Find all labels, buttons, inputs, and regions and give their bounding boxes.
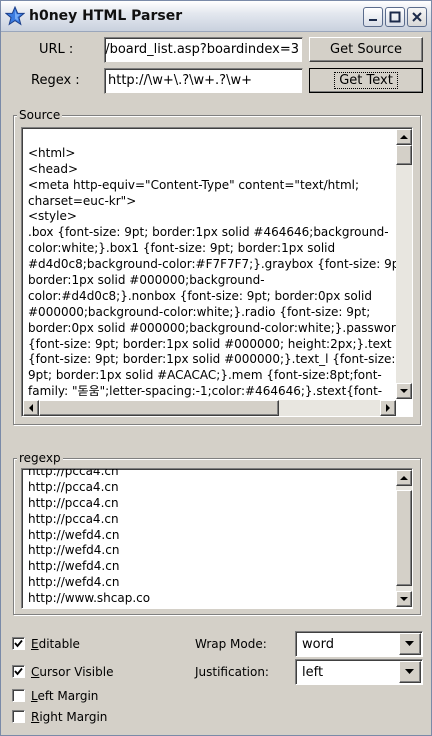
regexp-match-item: http://pcca4.cn [28, 479, 119, 494]
scroll-right-button[interactable] [380, 400, 396, 416]
left-margin-checkbox[interactable] [12, 689, 25, 702]
source-line: #d4d0c8;background-color:#F7F7F7;}.grayb… [28, 257, 409, 272]
source-line: {font-size: 9pt; border:1px solid #00000… [28, 336, 392, 351]
wrap-mode-label: Wrap Mode: [195, 637, 267, 651]
source-line: family: "돋움";letter-spacing:-1;color:#46… [28, 384, 383, 399]
source-line: <style> [28, 209, 77, 224]
checkmark-icon [14, 667, 23, 676]
get-source-button[interactable]: Get Source [309, 37, 423, 62]
regexp-match-item: http://wefd4.cn [28, 527, 120, 542]
source-line: border:1px solid #000000;background- [28, 273, 265, 288]
title-bar[interactable]: h0ney HTML Parser [1, 1, 431, 32]
regexp-match-item: http://wefd4.cn [28, 575, 120, 590]
get-text-label: Get Text [334, 72, 398, 89]
chevron-down-icon [405, 669, 414, 674]
source-line: 9pt; border:1px solid #ACACAC;}.mem {fon… [28, 368, 382, 383]
regexp-match-item: http://pcca4.cn [28, 511, 119, 526]
regexp-group-title: regexp [17, 451, 63, 465]
source-line: .box {font-size: 9pt; border:1px solid #… [28, 225, 389, 240]
arrow-down-icon [400, 597, 408, 601]
source-line: charset=euc-kr"> [28, 193, 137, 208]
source-group-title: Source [17, 108, 63, 122]
get-source-label: Get Source [330, 42, 402, 57]
editable-label[interactable]: Editable [31, 637, 80, 651]
star-icon [4, 5, 26, 26]
justification-label: Justification: [195, 665, 269, 679]
left-margin-label[interactable]: Left Margin [31, 689, 98, 703]
source-line: <html> [28, 145, 76, 160]
cursor-visible-checkbox[interactable] [12, 665, 25, 678]
regexp-textarea[interactable]: http://pcca4.cn http://pcca4.cn http://pcc… [21, 468, 413, 609]
source-vertical-scrollbar[interactable] [396, 129, 412, 399]
source-line [28, 130, 392, 146]
regexp-vertical-scrollbar[interactable] [396, 470, 412, 607]
scroll-up-button[interactable] [396, 129, 412, 145]
source-text: <html> <head> <meta http-equiv="Content-Ty… [28, 130, 409, 400]
wrap-mode-dropdown-button[interactable] [399, 633, 421, 655]
regex-input[interactable]: http://\w+\.?\w+.?\w+ [104, 68, 303, 94]
window-title: h0ney HTML Parser [29, 8, 183, 24]
regexp-match-item: http://wefd4.cn [28, 543, 120, 558]
source-line: border:0px solid #000000;background-colo… [28, 320, 404, 335]
source-line: color:white;}.box1 {font-size: 9pt; bord… [28, 241, 336, 256]
right-margin-checkbox[interactable] [12, 710, 25, 723]
justification-value: left [302, 665, 324, 680]
source-textarea[interactable]: <html> <head> <meta http-equiv="Content-Ty… [21, 127, 413, 417]
arrow-up-icon [400, 476, 408, 480]
scroll-thumb[interactable] [396, 490, 412, 586]
minimize-button[interactable] [363, 7, 383, 27]
url-label: URL : [39, 42, 74, 57]
right-margin-label[interactable]: Right Margin [31, 710, 107, 724]
scroll-up-button[interactable] [396, 470, 412, 486]
maximize-icon [389, 11, 401, 23]
maximize-button[interactable] [385, 7, 405, 27]
wrap-mode-value: word [302, 637, 334, 652]
scroll-thumb[interactable] [396, 145, 412, 165]
checkmark-icon [14, 639, 23, 648]
source-horizontal-scrollbar[interactable] [23, 400, 396, 416]
regexp-match-item: http://pcca4.cn [28, 468, 119, 478]
cursor-visible-label[interactable]: Cursor Visible [31, 665, 113, 679]
close-button[interactable] [407, 7, 427, 27]
source-line: color:#d4d0c8;}.nonbox {font-size: 9pt; … [28, 288, 372, 303]
url-input[interactable]: co.kr/board_list.asp?boardindex=3 [104, 37, 303, 63]
url-input-value: co.kr/board_list.asp?boardindex=3 [105, 42, 299, 57]
scroll-left-button[interactable] [23, 400, 39, 416]
justification-dropdown-button[interactable] [399, 661, 421, 683]
source-line: <meta http-equiv="Content-Type" content=… [28, 177, 360, 192]
wrap-mode-select[interactable]: word [295, 631, 423, 657]
regex-label: Regex : [31, 73, 80, 88]
regexp-match-item: http://wefd4.cn [28, 559, 120, 574]
close-icon [412, 12, 422, 22]
arrow-down-icon [400, 389, 408, 393]
chevron-down-icon [405, 641, 414, 646]
regexp-match-item: http://www.shcap.co [28, 591, 151, 606]
editable-checkbox[interactable] [12, 637, 25, 650]
justification-select[interactable]: left [295, 659, 423, 685]
app-window: h0ney HTML Parser URL : co.kr/board_list… [0, 0, 432, 736]
minimize-icon [369, 19, 377, 21]
get-text-button[interactable]: Get Text [309, 68, 423, 93]
arrow-up-icon [400, 135, 408, 139]
source-line: {font-size: 9pt; border:1px solid #00000… [28, 352, 396, 367]
source-line: <head> [28, 161, 79, 176]
regexp-match-item: http://pcca4.cn [28, 495, 119, 510]
hscroll-thumb[interactable] [39, 400, 279, 416]
scroll-down-button[interactable] [396, 383, 412, 399]
source-line: #000000;background-color:white;}.radio {… [28, 304, 371, 319]
regexp-text: http://pcca4.cn http://pcca4.cn http://pcc… [28, 468, 392, 607]
arrow-right-icon [386, 404, 390, 412]
arrow-left-icon [29, 404, 33, 412]
scroll-down-button[interactable] [396, 591, 412, 607]
